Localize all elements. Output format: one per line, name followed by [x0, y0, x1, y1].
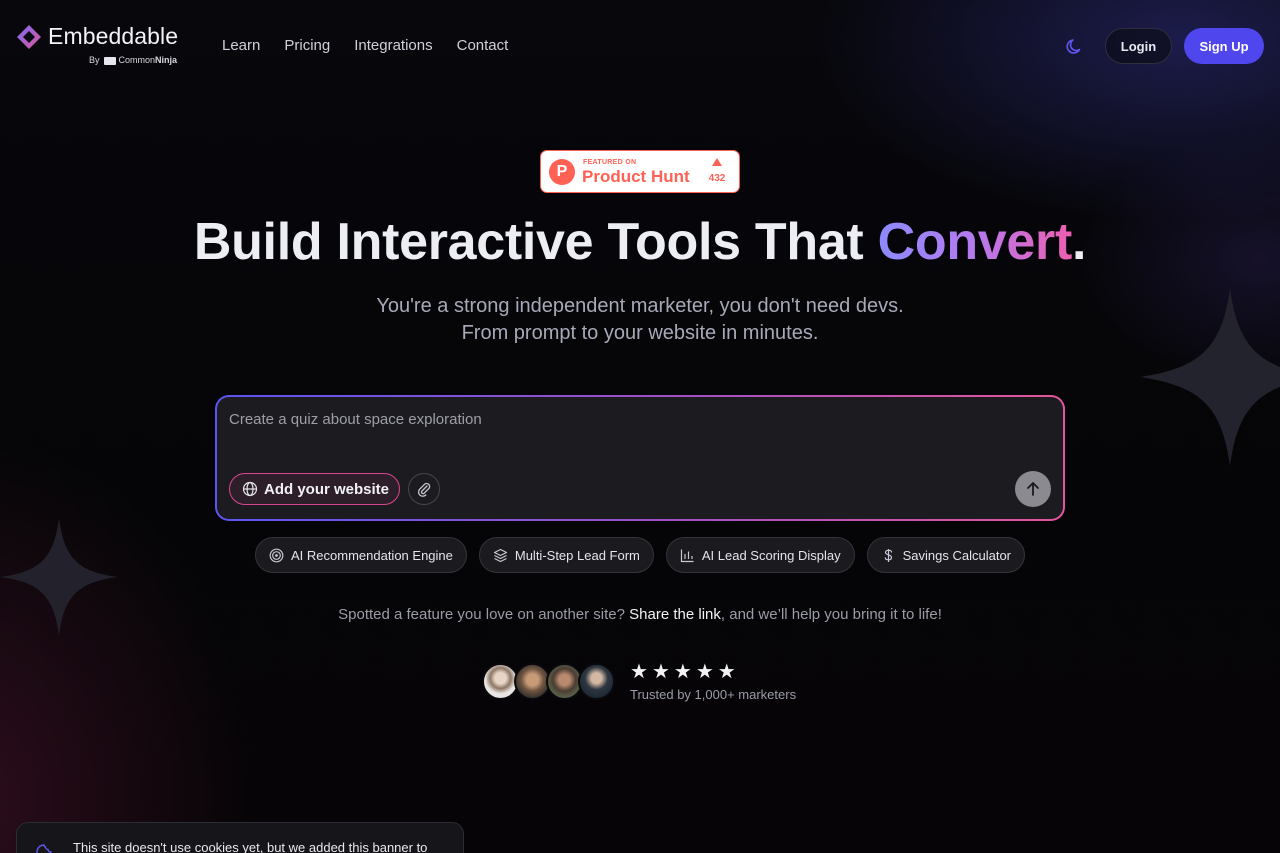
ph-vote-count: 432: [708, 173, 726, 184]
send-button[interactable]: [1015, 471, 1051, 507]
cookie-text: This site doesn't use cookies yet, but w…: [73, 840, 428, 853]
nav-pricing[interactable]: Pricing: [284, 37, 330, 54]
brand-byline: By CommonNinja: [89, 55, 178, 65]
arrow-up-icon: [1027, 482, 1039, 496]
site-header: Embeddable By CommonNinja Learn Pricing I…: [0, 0, 1280, 92]
add-website-label: Add your website: [264, 480, 390, 498]
avatar-group: [482, 663, 622, 701]
prompt-box: Add your website: [215, 395, 1065, 521]
moon-icon[interactable]: [1064, 35, 1086, 57]
ph-featured-label: FEATURED ON: [583, 159, 637, 166]
chip-ai-lead-scoring-display[interactable]: AI Lead Scoring Display: [665, 537, 855, 573]
globe-icon: [242, 481, 258, 497]
hero-title-accent: Convert: [877, 213, 1073, 271]
add-website-button[interactable]: Add your website: [229, 473, 400, 505]
login-button[interactable]: Login: [1105, 28, 1172, 64]
target-icon: [269, 548, 284, 562]
nav-integrations[interactable]: Integrations: [354, 37, 432, 54]
dollar-icon: [884, 548, 892, 562]
bar-chart-icon: [680, 549, 694, 562]
hero-subtitle: You're a strong independent marketer, yo…: [376, 295, 904, 344]
paperclip-icon: [417, 482, 431, 497]
prompt-input[interactable]: [229, 411, 1049, 451]
star-icon: ★: [630, 661, 648, 683]
chip-ai-recommendation-engine[interactable]: AI Recommendation Engine: [255, 537, 467, 573]
trusted-by-text: Trusted by 1,000+ marketers: [630, 687, 797, 702]
star-icon: ★: [695, 661, 714, 683]
star-icon: ★: [651, 661, 670, 683]
nav-contact[interactable]: Contact: [457, 37, 509, 54]
ph-name: Product Hunt: [582, 167, 690, 186]
layers-icon: [493, 548, 507, 562]
diamond-logo-icon: [17, 25, 41, 49]
upvote-arrow-icon: [712, 158, 722, 166]
product-hunt-badge[interactable]: P FEATURED ON Product Hunt 432: [540, 150, 740, 193]
chip-multi-step-lead-form[interactable]: Multi-Step Lead Form: [478, 537, 654, 573]
suggestion-chips: AI Recommendation Engine Multi-Step Lead…: [255, 537, 1026, 573]
brand-logo[interactable]: Embeddable By CommonNinja: [16, 23, 196, 70]
product-hunt-logo-icon: P: [549, 159, 575, 185]
cookie-banner: This site doesn't use cookies yet, but w…: [16, 822, 464, 853]
nav-learn[interactable]: Learn: [222, 37, 260, 54]
signup-button[interactable]: Sign Up: [1184, 28, 1264, 64]
attach-button[interactable]: [408, 473, 440, 505]
share-link[interactable]: Share the link: [629, 606, 721, 623]
star-icon: ★: [673, 661, 692, 683]
main-nav: Learn Pricing Integrations Contact: [222, 37, 508, 54]
rating-stars: ★ ★ ★ ★ ★: [630, 661, 736, 683]
chip-savings-calculator[interactable]: Savings Calculator: [866, 537, 1026, 573]
cookie-icon: [36, 844, 52, 853]
avatar: [578, 663, 615, 700]
spotted-feature-text: Spotted a feature you love on another si…: [338, 606, 942, 623]
brand-name: Embeddable: [48, 23, 179, 49]
star-icon: ★: [717, 661, 736, 683]
hero-title: Build Interactive Tools That Convert.: [193, 213, 1087, 271]
